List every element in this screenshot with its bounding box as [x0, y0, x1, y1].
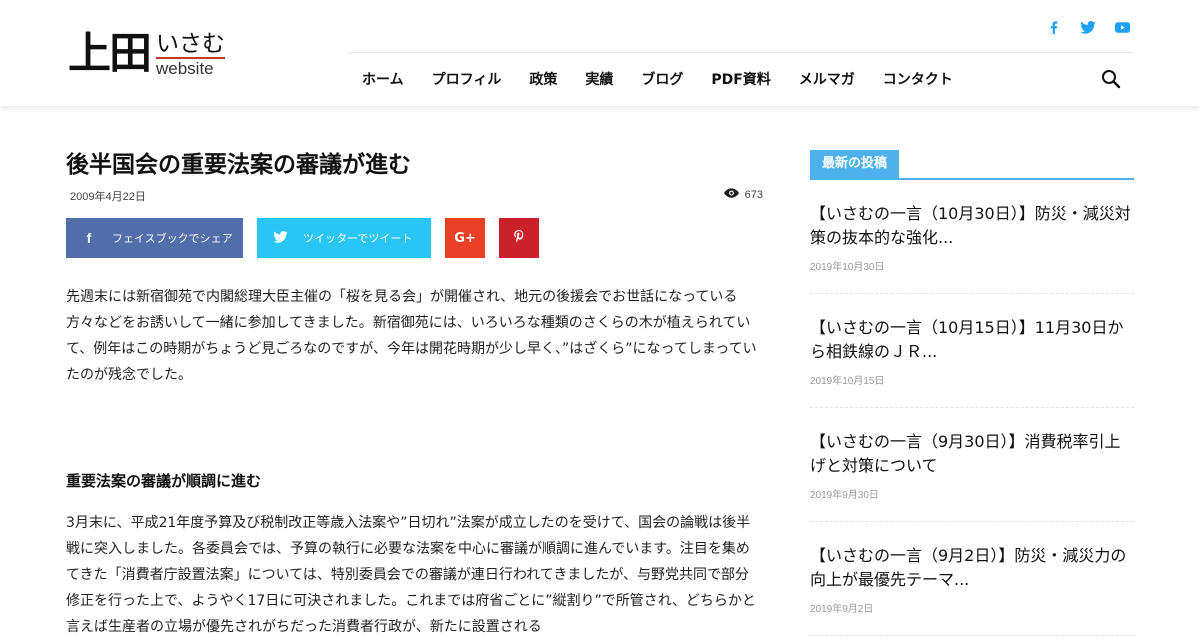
sidebar-heading-label: 最新の投稿	[810, 150, 900, 178]
eye-icon	[723, 188, 739, 201]
facebook-icon[interactable]	[1044, 17, 1064, 37]
article-date: 2009年4月22日	[70, 191, 146, 203]
sidebar: 最新の投稿 【いさむの一言（10月30日）】防災・減災対策の抜本的な強化... …	[810, 150, 1134, 636]
article-paragraph: 先週末には新宿御苑で内閣総理大臣主催の「桜を見る会」が開催され、地元の後援会でお…	[66, 289, 757, 383]
nav-divider	[348, 52, 1134, 53]
recent-post-title[interactable]: 【いさむの一言（10月30日）】防災・減災対策の抜本的な強化...	[810, 202, 1134, 250]
facebook-share-label: フェイスブックでシェア	[112, 232, 233, 245]
logo-text: いさむ website	[156, 32, 225, 79]
main-nav: ホーム プロフィル 政策 実績 ブログ PDF資料 メルマガ コンタクト	[348, 70, 967, 90]
site-header: 上田 いさむ website ホーム プロフィル 政策 実績 ブログ PDF資料…	[0, 0, 1200, 106]
article-paragraph: 3月末に、平成21年度予算及び税制改正等歳入法案や”日切れ”法案が成立したのを受…	[66, 515, 756, 635]
recent-post-title[interactable]: 【いさむの一言（10月15日）】11月30日から相鉄線のＪＲ...	[810, 316, 1134, 364]
logo-kana: いさむ	[156, 31, 225, 57]
header-social-links	[1044, 17, 1132, 37]
pinterest-icon	[514, 230, 524, 246]
nav-policy[interactable]: 政策	[515, 70, 571, 90]
article-meta: 2009年4月22日 673	[66, 184, 763, 206]
twitter-share-button[interactable]: ツイッターでツイート	[257, 218, 431, 258]
pinterest-share-button[interactable]	[499, 218, 539, 258]
twitter-icon	[271, 230, 289, 246]
logo-subtitle: website	[156, 57, 225, 79]
nav-achievements[interactable]: 実績	[571, 70, 627, 90]
recent-post-date: 2019年10月15日	[810, 376, 885, 387]
nav-pdf[interactable]: PDF資料	[697, 70, 784, 90]
recent-post-title[interactable]: 【いさむの一言（9月2日）】防災・減災力の向上が最優先テーマ...	[810, 544, 1134, 592]
site-logo[interactable]: 上田 いさむ website	[68, 32, 225, 78]
facebook-icon: f	[86, 230, 92, 246]
logo-kanji: 上田	[68, 29, 152, 79]
recent-post[interactable]: 【いさむの一言（9月2日）】防災・減災力の向上が最優先テーマ... 2019年9…	[810, 522, 1134, 636]
nav-profile[interactable]: プロフィル	[418, 70, 516, 90]
recent-post[interactable]: 【いさむの一言（10月30日）】防災・減災対策の抜本的な強化... 2019年1…	[810, 180, 1134, 294]
recent-post[interactable]: 【いさむの一言（10月15日）】11月30日から相鉄線のＪＲ... 2019年1…	[810, 294, 1134, 408]
article: 後半国会の重要法案の審議が進む 2009年4月22日 673 f フェイスブック…	[66, 150, 763, 640]
youtube-icon[interactable]	[1112, 17, 1132, 37]
twitter-icon[interactable]	[1078, 17, 1098, 37]
google-plus-share-button[interactable]: G+	[445, 218, 485, 258]
search-icon[interactable]	[1101, 69, 1121, 89]
recent-post-date: 2019年9月2日	[810, 604, 874, 615]
nav-newsletter[interactable]: メルマガ	[785, 70, 869, 90]
recent-post-date: 2019年10月30日	[810, 262, 885, 273]
view-count: 673	[723, 188, 763, 201]
view-count-value: 673	[744, 188, 763, 201]
twitter-share-label: ツイッターでツイート	[303, 232, 413, 245]
recent-post[interactable]: 【いさむの一言（9月30日）】消費税率引上げと対策について 2019年9月30日	[810, 408, 1134, 522]
facebook-share-button[interactable]: f フェイスブックでシェア	[66, 218, 243, 258]
google-plus-icon: G+	[454, 230, 476, 246]
sidebar-heading: 最新の投稿	[810, 150, 1134, 180]
share-buttons: f フェイスブックでシェア ツイッターでツイート G+	[66, 218, 763, 258]
nav-blog[interactable]: ブログ	[627, 70, 697, 90]
article-subheading: 重要法案の審議が順調に進む	[66, 472, 262, 490]
nav-contact[interactable]: コンタクト	[869, 70, 967, 90]
recent-post-title[interactable]: 【いさむの一言（9月30日）】消費税率引上げと対策について	[810, 430, 1134, 478]
recent-post-date: 2019年9月30日	[810, 490, 879, 501]
article-title: 後半国会の重要法案の審議が進む	[66, 152, 411, 178]
nav-home[interactable]: ホーム	[348, 70, 418, 90]
